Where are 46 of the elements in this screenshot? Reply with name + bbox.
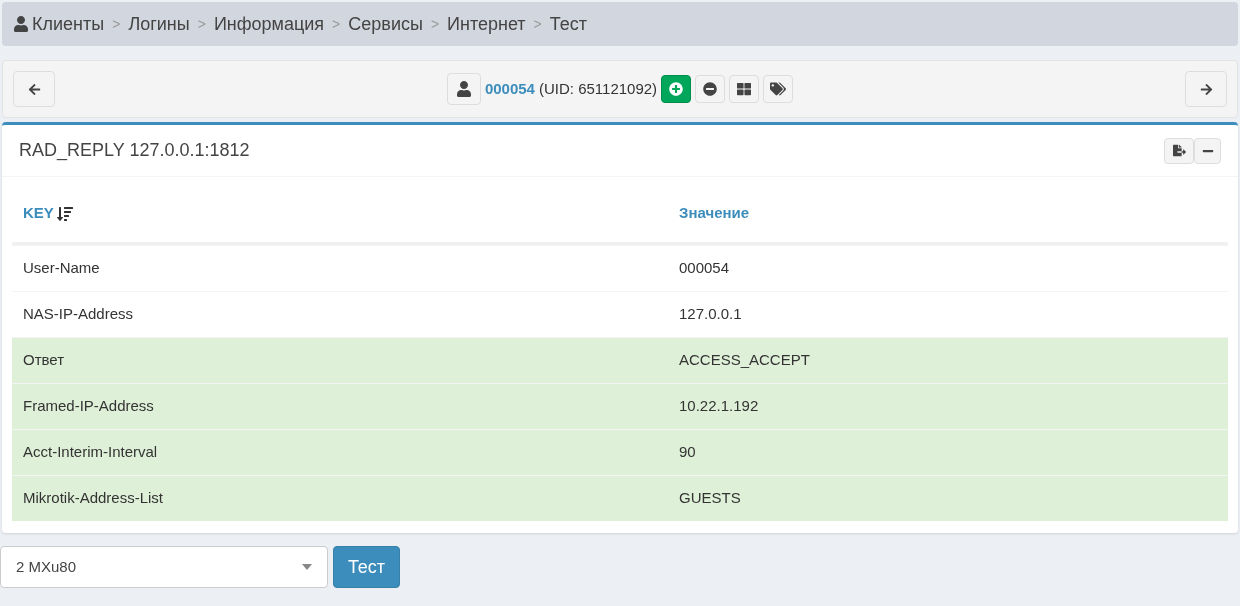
breadcrumb-separator: >: [533, 14, 542, 34]
panel-title: RAD_REPLY 127.0.0.1:1812: [19, 139, 250, 163]
breadcrumb-separator: >: [430, 14, 440, 34]
breadcrumb-separator: >: [112, 14, 121, 34]
export-icon: [1172, 144, 1186, 157]
add-button[interactable]: [661, 75, 692, 103]
table-cell-text: NAS-IP-Address: [22, 304, 135, 325]
collapse-button[interactable]: [1194, 137, 1221, 164]
user-button[interactable]: [446, 73, 481, 105]
nas-select[interactable]: 2 MXu80: [0, 546, 328, 588]
user-icon: [14, 16, 28, 32]
table-cell-text: 10.22.1.192: [679, 396, 759, 417]
back-button[interactable]: [13, 71, 55, 107]
table-cell-text: Framed-IP-Address: [22, 396, 155, 417]
table-cell-text: ACCESS_ACCEPT: [679, 350, 810, 371]
tags-icon: [770, 82, 787, 96]
column-header[interactable]: Значение: [679, 202, 750, 225]
breadcrumb-separator: >: [332, 14, 341, 34]
table-cell-text: GUESTS: [679, 488, 741, 509]
uid-text: (UID: 651121092): [538, 78, 658, 99]
breadcrumb-link[interactable]: Информация: [213, 10, 325, 38]
breadcrumb-link[interactable]: Логины: [128, 10, 190, 38]
table-cell-text: 000054: [679, 258, 730, 279]
export-button[interactable]: [1164, 137, 1194, 164]
table-cell-text: Acct-Interim-Interval: [22, 442, 159, 463]
breadcrumb-link[interactable]: Интернет: [447, 10, 526, 38]
sort-icon: [56, 205, 73, 222]
table-cell-text: 127.0.0.1: [679, 304, 742, 325]
breadcrumb-current: Тест: [549, 12, 588, 36]
table-cell-text: User-Name: [22, 258, 101, 279]
right-arrow-icon: [1199, 82, 1213, 96]
breadcrumb-link[interactable]: Клиенты: [32, 10, 105, 38]
column-header[interactable]: KEY: [23, 202, 54, 225]
test-button[interactable]: Тест: [333, 546, 400, 588]
table-cell-text: Ответ: [22, 350, 66, 371]
grid-icon: [737, 82, 752, 96]
table-cell-text: 90: [679, 442, 696, 463]
grid-button[interactable]: [729, 75, 760, 103]
tags-button[interactable]: [763, 75, 794, 103]
left-arrow-icon: [27, 82, 41, 96]
table-cell-text: Mikrotik-Address-List: [22, 488, 165, 509]
forward-button[interactable]: [1185, 71, 1227, 107]
remove-button[interactable]: [695, 75, 726, 103]
breadcrumb-link[interactable]: Сервисы: [348, 10, 423, 38]
breadcrumb-separator: >: [197, 14, 206, 34]
user-icon: [456, 81, 471, 97]
